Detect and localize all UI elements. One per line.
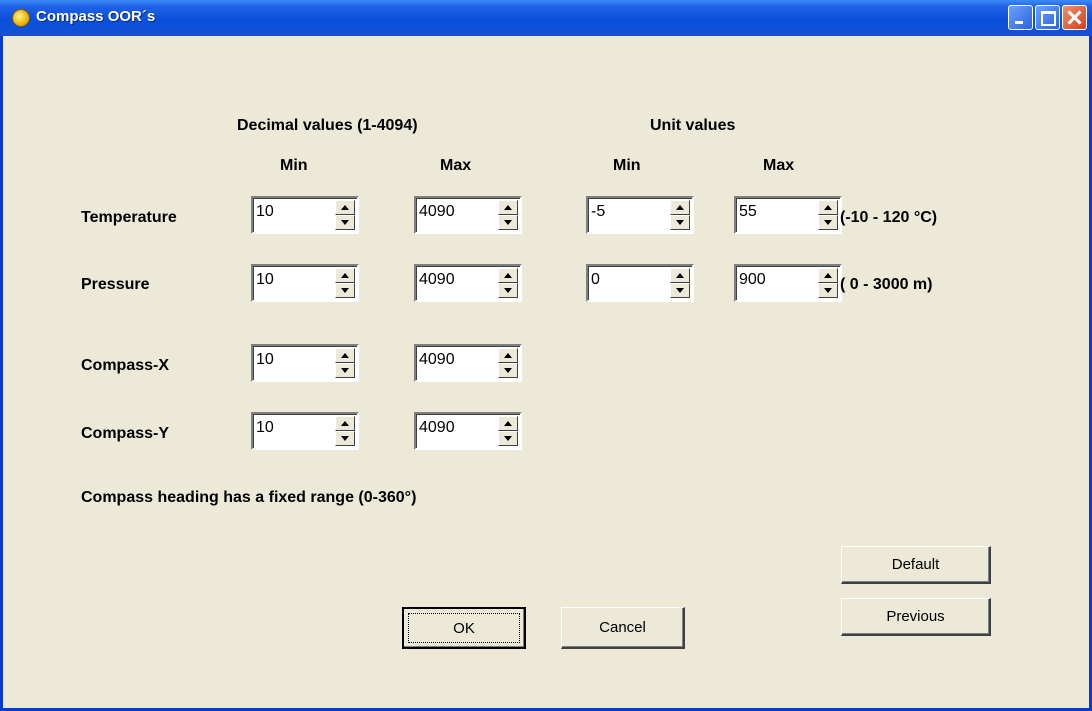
compass-y-decimal-max-spinner[interactable]: 4090 [414,412,522,450]
arrow-down-icon[interactable] [335,215,355,230]
title-bar[interactable]: Compass OOR´s [0,0,1092,36]
default-button-label: Default [891,556,940,573]
unit-min-header: Min [613,157,641,174]
arrow-up-icon[interactable] [498,200,518,215]
arrow-up-icon[interactable] [498,268,518,283]
temperature-range-label: (-10 - 120 °C) [840,209,938,226]
pressure-decimal-max-spinner[interactable]: 4090 [414,264,522,302]
spinner-value[interactable]: 4090 [419,351,455,369]
arrow-down-icon[interactable] [335,283,355,298]
temperature-decimal-max-spinner[interactable]: 4090 [414,196,522,234]
arrow-up-icon[interactable] [335,348,355,363]
cancel-button-label: Cancel [599,619,646,636]
spinner-value[interactable]: 4090 [419,419,455,437]
spinner-value[interactable]: 10 [256,351,274,369]
compass-x-decimal-max-spinner[interactable]: 4090 [414,344,522,382]
pressure-range-label: ( 0 - 3000 m) [840,276,933,293]
minimize-button[interactable] [1008,5,1033,30]
decimal-values-header: Decimal values (1-4094) [237,117,418,134]
pressure-unit-max-spinner[interactable]: 900 [734,264,842,302]
arrow-down-icon[interactable] [335,363,355,378]
previous-button-label: Previous [886,608,945,625]
pressure-label: Pressure [81,276,150,293]
arrow-down-icon[interactable] [498,363,518,378]
compass-app-icon [12,9,30,27]
arrow-down-icon[interactable] [670,283,690,298]
unit-values-header: Unit values [650,117,736,134]
temperature-label: Temperature [81,209,177,226]
compass-x-label: Compass-X [81,357,170,374]
decimal-min-header: Min [280,157,308,174]
arrow-down-icon[interactable] [335,431,355,446]
arrow-down-icon[interactable] [498,215,518,230]
temperature-decimal-min-spinner[interactable]: 10 [251,196,359,234]
arrow-down-icon[interactable] [670,215,690,230]
arrow-up-icon[interactable] [335,268,355,283]
default-button[interactable]: Default [841,546,991,584]
arrow-down-icon[interactable] [818,215,838,230]
arrow-up-icon[interactable] [498,348,518,363]
spinner-value[interactable]: 900 [739,271,766,289]
arrow-up-icon[interactable] [818,200,838,215]
spinner-value[interactable]: 10 [256,419,274,437]
decimal-max-header: Max [440,157,472,174]
pressure-decimal-min-spinner[interactable]: 10 [251,264,359,302]
previous-button[interactable]: Previous [841,598,991,636]
arrow-up-icon[interactable] [670,268,690,283]
temperature-unit-max-spinner[interactable]: 55 [734,196,842,234]
dialog-window: Compass OOR´s Decimal values (1-4094) Un… [0,0,1092,711]
compass-y-decimal-min-spinner[interactable]: 10 [251,412,359,450]
cancel-button[interactable]: Cancel [561,607,685,649]
spinner-value[interactable]: 10 [256,203,274,221]
arrow-up-icon[interactable] [818,268,838,283]
maximize-button[interactable] [1035,5,1060,30]
spinner-value[interactable]: -5 [591,203,605,221]
window-title: Compass OOR´s [36,8,156,25]
close-button[interactable] [1062,5,1087,30]
arrow-down-icon[interactable] [498,431,518,446]
compass-heading-note: Compass heading has a fixed range (0-360… [81,489,417,506]
compass-y-label: Compass-Y [81,425,170,442]
arrow-up-icon[interactable] [498,416,518,431]
spinner-value[interactable]: 0 [591,271,600,289]
unit-max-header: Max [763,157,795,174]
pressure-unit-min-spinner[interactable]: 0 [586,264,694,302]
arrow-down-icon[interactable] [818,283,838,298]
arrow-down-icon[interactable] [498,283,518,298]
spinner-value[interactable]: 4090 [419,271,455,289]
arrow-up-icon[interactable] [670,200,690,215]
ok-button[interactable]: OK [402,607,526,649]
spinner-value[interactable]: 4090 [419,203,455,221]
arrow-up-icon[interactable] [335,416,355,431]
temperature-unit-min-spinner[interactable]: -5 [586,196,694,234]
arrow-up-icon[interactable] [335,200,355,215]
compass-x-decimal-min-spinner[interactable]: 10 [251,344,359,382]
spinner-value[interactable]: 55 [739,203,757,221]
spinner-value[interactable]: 10 [256,271,274,289]
